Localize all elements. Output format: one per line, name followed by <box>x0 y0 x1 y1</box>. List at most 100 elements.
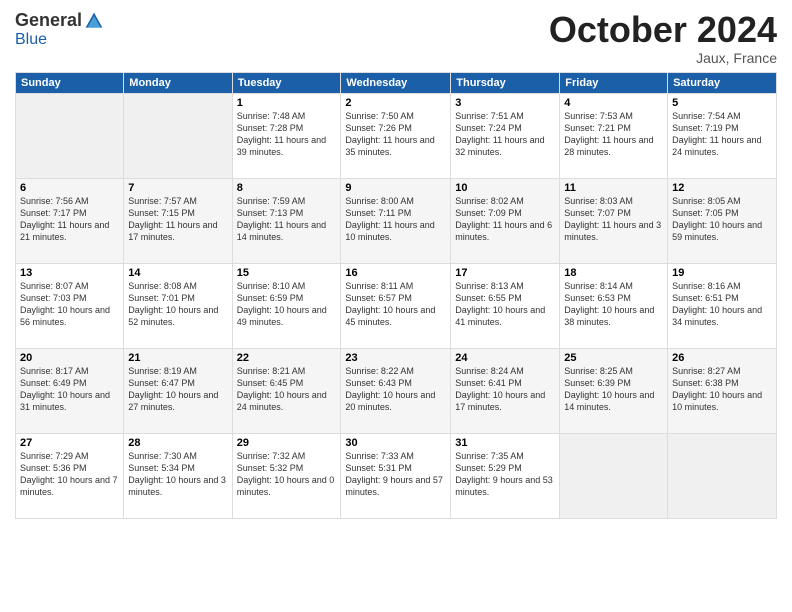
day-detail: Sunrise: 7:59 AM Sunset: 7:13 PM Dayligh… <box>237 195 337 244</box>
table-row: 6Sunrise: 7:56 AM Sunset: 7:17 PM Daylig… <box>16 178 124 263</box>
day-number: 15 <box>237 267 337 279</box>
day-detail: Sunrise: 8:17 AM Sunset: 6:49 PM Dayligh… <box>20 365 119 414</box>
calendar-week-1: 1Sunrise: 7:48 AM Sunset: 7:28 PM Daylig… <box>16 93 777 178</box>
day-number: 1 <box>237 97 337 109</box>
calendar: Sunday Monday Tuesday Wednesday Thursday… <box>15 72 777 519</box>
table-row: 2Sunrise: 7:50 AM Sunset: 7:26 PM Daylig… <box>341 93 451 178</box>
table-row: 12Sunrise: 8:05 AM Sunset: 7:05 PM Dayli… <box>668 178 777 263</box>
col-tuesday: Tuesday <box>232 72 341 93</box>
col-thursday: Thursday <box>451 72 560 93</box>
day-number: 2 <box>345 97 446 109</box>
calendar-week-4: 20Sunrise: 8:17 AM Sunset: 6:49 PM Dayli… <box>16 348 777 433</box>
table-row: 8Sunrise: 7:59 AM Sunset: 7:13 PM Daylig… <box>232 178 341 263</box>
day-number: 28 <box>128 437 227 449</box>
table-row: 4Sunrise: 7:53 AM Sunset: 7:21 PM Daylig… <box>560 93 668 178</box>
table-row: 16Sunrise: 8:11 AM Sunset: 6:57 PM Dayli… <box>341 263 451 348</box>
day-number: 23 <box>345 352 446 364</box>
day-number: 3 <box>455 97 555 109</box>
day-number: 30 <box>345 437 446 449</box>
day-detail: Sunrise: 8:05 AM Sunset: 7:05 PM Dayligh… <box>672 195 772 244</box>
table-row: 19Sunrise: 8:16 AM Sunset: 6:51 PM Dayli… <box>668 263 777 348</box>
table-row: 24Sunrise: 8:24 AM Sunset: 6:41 PM Dayli… <box>451 348 560 433</box>
day-number: 6 <box>20 182 119 194</box>
day-detail: Sunrise: 8:02 AM Sunset: 7:09 PM Dayligh… <box>455 195 555 244</box>
day-number: 10 <box>455 182 555 194</box>
calendar-week-2: 6Sunrise: 7:56 AM Sunset: 7:17 PM Daylig… <box>16 178 777 263</box>
logo-blue: Blue <box>15 31 47 49</box>
table-row: 31Sunrise: 7:35 AM Sunset: 5:29 PM Dayli… <box>451 433 560 518</box>
table-row: 27Sunrise: 7:29 AM Sunset: 5:36 PM Dayli… <box>16 433 124 518</box>
day-detail: Sunrise: 8:08 AM Sunset: 7:01 PM Dayligh… <box>128 280 227 329</box>
day-detail: Sunrise: 7:33 AM Sunset: 5:31 PM Dayligh… <box>345 450 446 499</box>
day-detail: Sunrise: 8:19 AM Sunset: 6:47 PM Dayligh… <box>128 365 227 414</box>
logo: General Blue <box>15 10 104 49</box>
table-row: 22Sunrise: 8:21 AM Sunset: 6:45 PM Dayli… <box>232 348 341 433</box>
day-number: 14 <box>128 267 227 279</box>
table-row: 13Sunrise: 8:07 AM Sunset: 7:03 PM Dayli… <box>16 263 124 348</box>
table-row: 25Sunrise: 8:25 AM Sunset: 6:39 PM Dayli… <box>560 348 668 433</box>
logo-general: General <box>15 10 82 31</box>
table-row: 15Sunrise: 8:10 AM Sunset: 6:59 PM Dayli… <box>232 263 341 348</box>
col-monday: Monday <box>124 72 232 93</box>
table-row <box>560 433 668 518</box>
table-row: 26Sunrise: 8:27 AM Sunset: 6:38 PM Dayli… <box>668 348 777 433</box>
col-wednesday: Wednesday <box>341 72 451 93</box>
table-row: 23Sunrise: 8:22 AM Sunset: 6:43 PM Dayli… <box>341 348 451 433</box>
day-detail: Sunrise: 8:16 AM Sunset: 6:51 PM Dayligh… <box>672 280 772 329</box>
day-detail: Sunrise: 7:50 AM Sunset: 7:26 PM Dayligh… <box>345 110 446 159</box>
calendar-week-3: 13Sunrise: 8:07 AM Sunset: 7:03 PM Dayli… <box>16 263 777 348</box>
calendar-header-row: Sunday Monday Tuesday Wednesday Thursday… <box>16 72 777 93</box>
day-detail: Sunrise: 7:30 AM Sunset: 5:34 PM Dayligh… <box>128 450 227 499</box>
col-sunday: Sunday <box>16 72 124 93</box>
table-row: 11Sunrise: 8:03 AM Sunset: 7:07 PM Dayli… <box>560 178 668 263</box>
table-row <box>124 93 232 178</box>
day-number: 17 <box>455 267 555 279</box>
day-number: 31 <box>455 437 555 449</box>
day-detail: Sunrise: 8:07 AM Sunset: 7:03 PM Dayligh… <box>20 280 119 329</box>
table-row: 29Sunrise: 7:32 AM Sunset: 5:32 PM Dayli… <box>232 433 341 518</box>
day-number: 12 <box>672 182 772 194</box>
day-number: 5 <box>672 97 772 109</box>
day-detail: Sunrise: 8:21 AM Sunset: 6:45 PM Dayligh… <box>237 365 337 414</box>
day-number: 26 <box>672 352 772 364</box>
table-row: 1Sunrise: 7:48 AM Sunset: 7:28 PM Daylig… <box>232 93 341 178</box>
day-number: 18 <box>564 267 663 279</box>
day-number: 8 <box>237 182 337 194</box>
day-detail: Sunrise: 8:00 AM Sunset: 7:11 PM Dayligh… <box>345 195 446 244</box>
day-detail: Sunrise: 7:53 AM Sunset: 7:21 PM Dayligh… <box>564 110 663 159</box>
col-saturday: Saturday <box>668 72 777 93</box>
day-number: 19 <box>672 267 772 279</box>
day-number: 7 <box>128 182 227 194</box>
table-row: 5Sunrise: 7:54 AM Sunset: 7:19 PM Daylig… <box>668 93 777 178</box>
table-row: 14Sunrise: 8:08 AM Sunset: 7:01 PM Dayli… <box>124 263 232 348</box>
day-detail: Sunrise: 7:29 AM Sunset: 5:36 PM Dayligh… <box>20 450 119 499</box>
day-detail: Sunrise: 8:24 AM Sunset: 6:41 PM Dayligh… <box>455 365 555 414</box>
location: Jaux, France <box>549 50 777 66</box>
day-number: 27 <box>20 437 119 449</box>
day-detail: Sunrise: 8:14 AM Sunset: 6:53 PM Dayligh… <box>564 280 663 329</box>
month-title: October 2024 <box>549 10 777 50</box>
table-row: 3Sunrise: 7:51 AM Sunset: 7:24 PM Daylig… <box>451 93 560 178</box>
day-number: 24 <box>455 352 555 364</box>
table-row: 9Sunrise: 8:00 AM Sunset: 7:11 PM Daylig… <box>341 178 451 263</box>
table-row: 7Sunrise: 7:57 AM Sunset: 7:15 PM Daylig… <box>124 178 232 263</box>
table-row: 17Sunrise: 8:13 AM Sunset: 6:55 PM Dayli… <box>451 263 560 348</box>
day-detail: Sunrise: 8:10 AM Sunset: 6:59 PM Dayligh… <box>237 280 337 329</box>
day-detail: Sunrise: 8:27 AM Sunset: 6:38 PM Dayligh… <box>672 365 772 414</box>
day-detail: Sunrise: 8:25 AM Sunset: 6:39 PM Dayligh… <box>564 365 663 414</box>
table-row: 28Sunrise: 7:30 AM Sunset: 5:34 PM Dayli… <box>124 433 232 518</box>
day-detail: Sunrise: 7:57 AM Sunset: 7:15 PM Dayligh… <box>128 195 227 244</box>
day-number: 11 <box>564 182 663 194</box>
day-number: 16 <box>345 267 446 279</box>
day-detail: Sunrise: 8:03 AM Sunset: 7:07 PM Dayligh… <box>564 195 663 244</box>
table-row <box>16 93 124 178</box>
day-detail: Sunrise: 7:51 AM Sunset: 7:24 PM Dayligh… <box>455 110 555 159</box>
day-number: 25 <box>564 352 663 364</box>
day-number: 4 <box>564 97 663 109</box>
day-number: 21 <box>128 352 227 364</box>
day-detail: Sunrise: 8:22 AM Sunset: 6:43 PM Dayligh… <box>345 365 446 414</box>
day-number: 22 <box>237 352 337 364</box>
table-row: 21Sunrise: 8:19 AM Sunset: 6:47 PM Dayli… <box>124 348 232 433</box>
calendar-week-5: 27Sunrise: 7:29 AM Sunset: 5:36 PM Dayli… <box>16 433 777 518</box>
title-section: October 2024 Jaux, France <box>549 10 777 66</box>
